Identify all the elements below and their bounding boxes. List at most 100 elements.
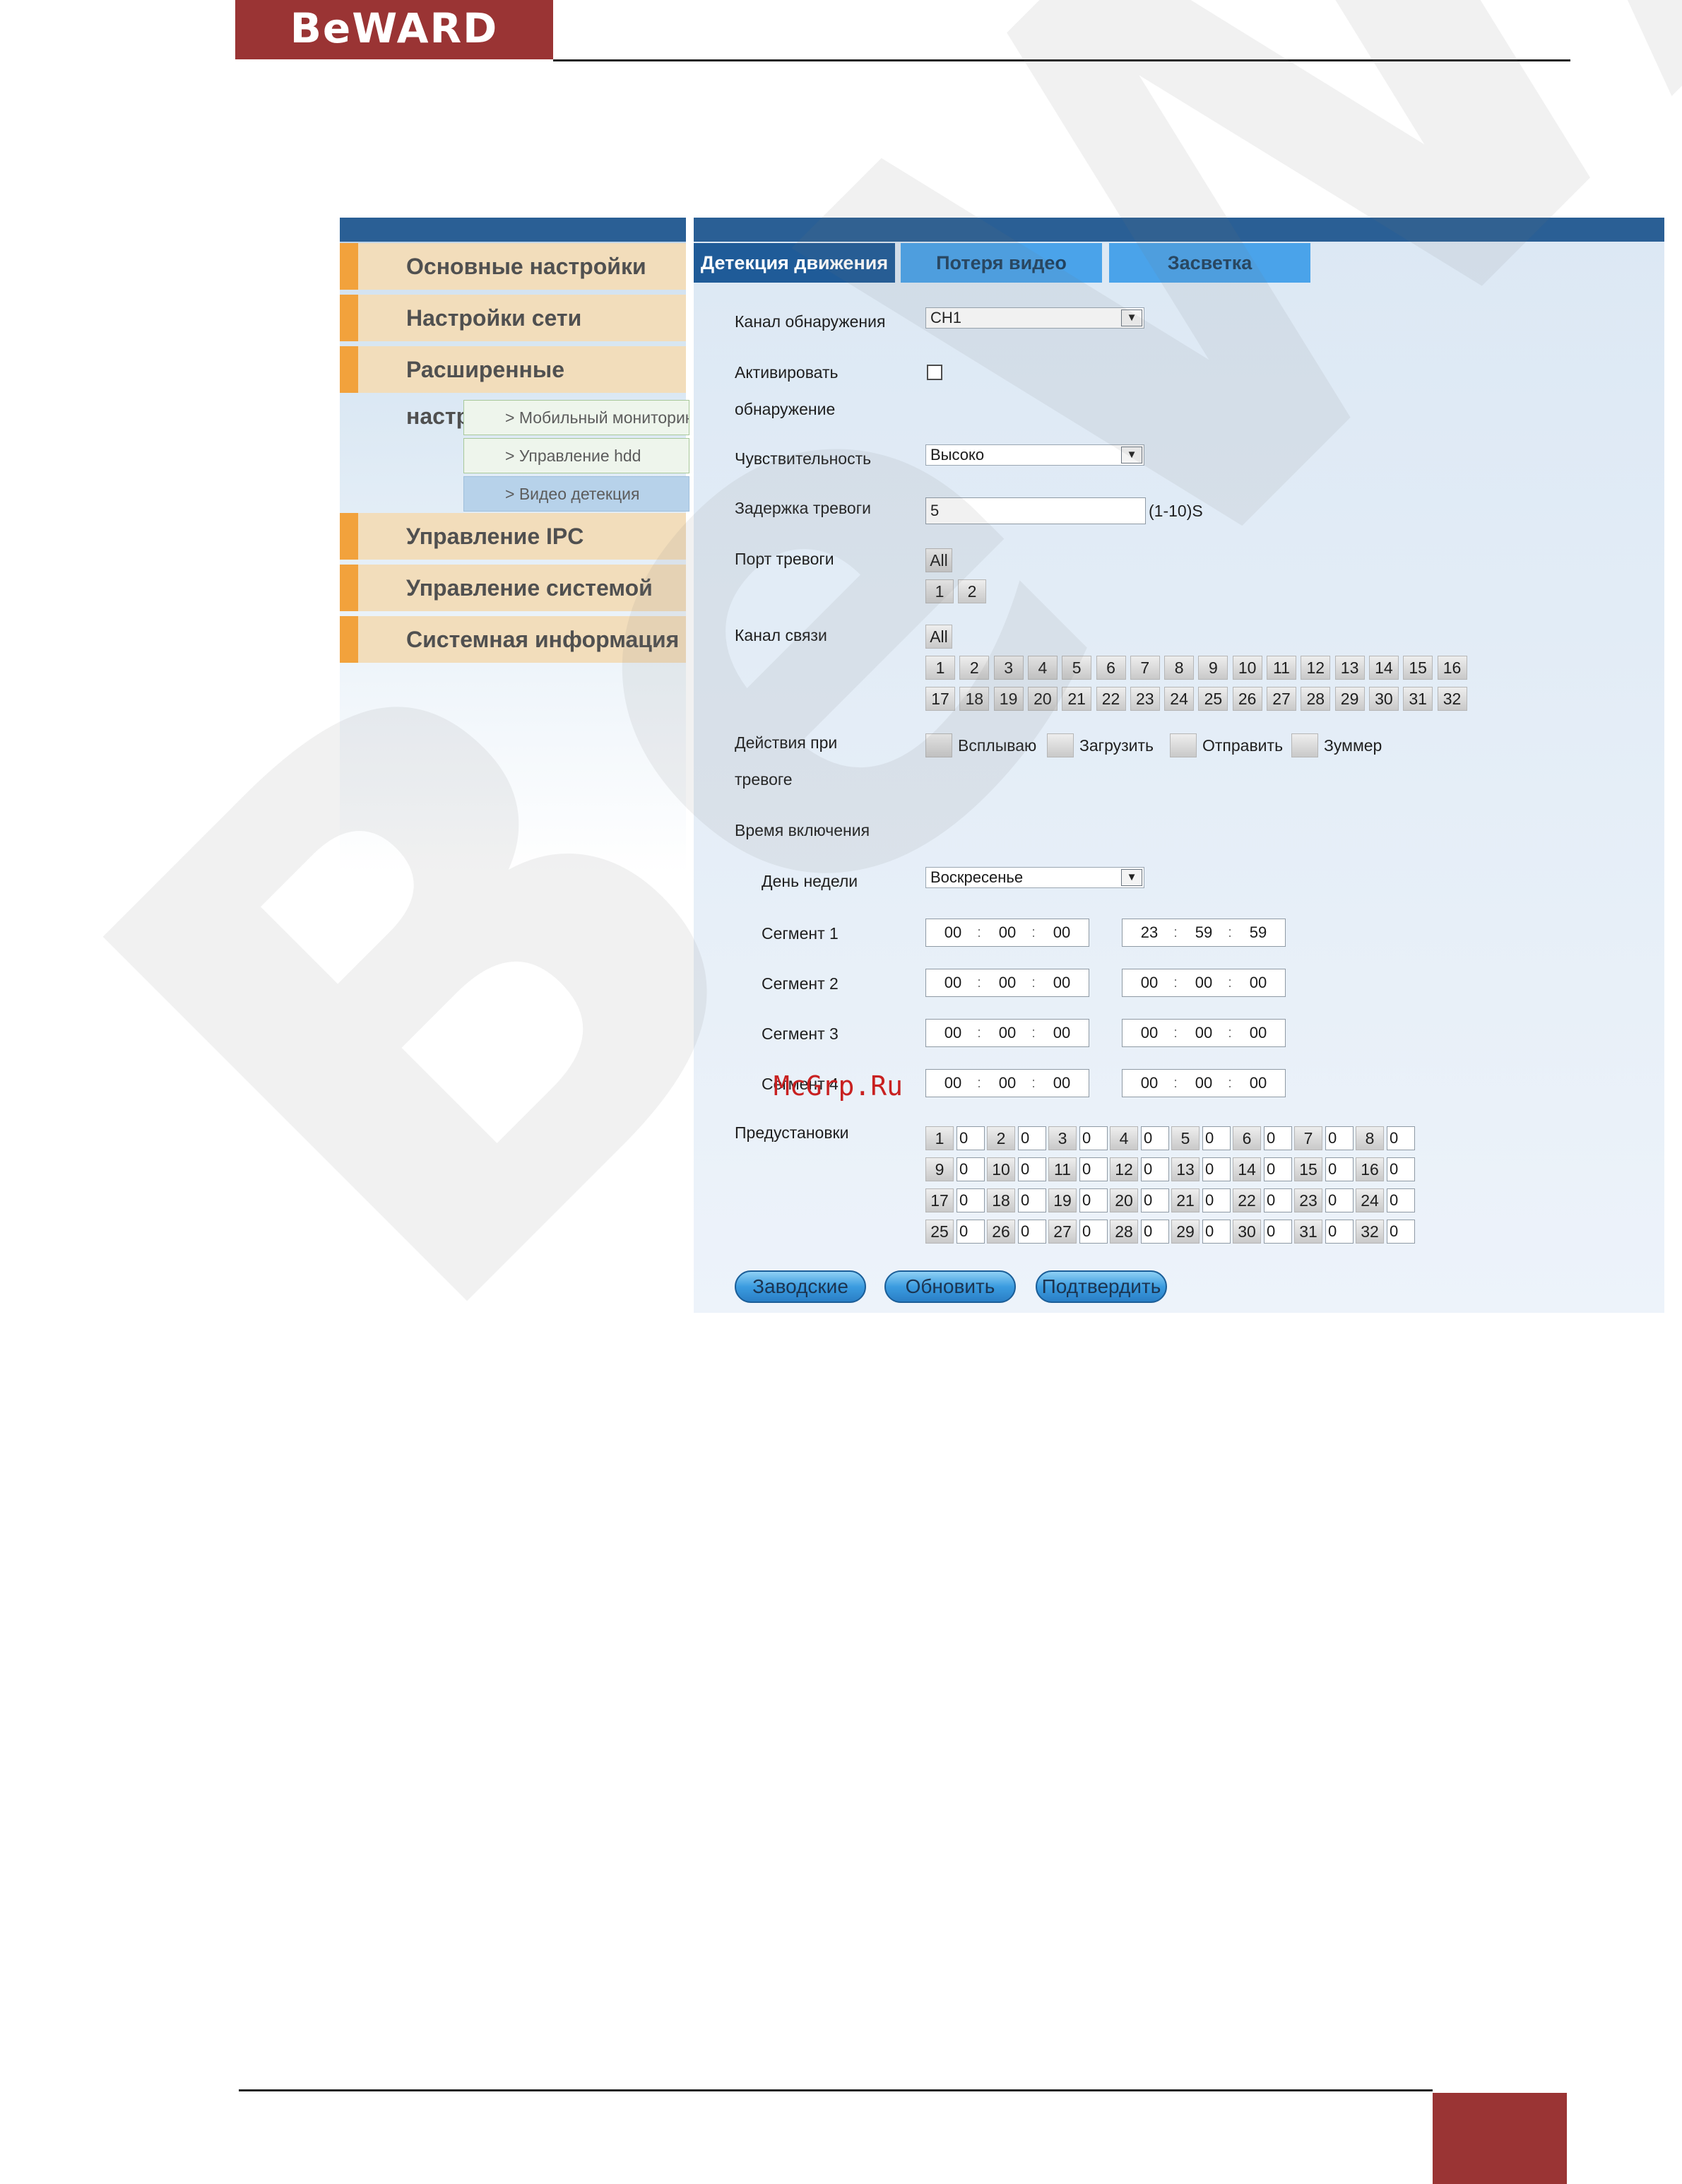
preset-10-value-input[interactable]: 0 — [1018, 1157, 1046, 1181]
link-channel-29-button[interactable]: 29 — [1334, 687, 1365, 711]
preset-26-value-input[interactable]: 0 — [1018, 1220, 1046, 1244]
minutes-field[interactable]: 00 — [1185, 1020, 1222, 1046]
preset-7-value-input[interactable]: 0 — [1325, 1126, 1354, 1150]
link-channel-12-button[interactable]: 12 — [1301, 656, 1331, 680]
minutes-field[interactable]: 00 — [1185, 1070, 1222, 1097]
link-channel-32-button[interactable]: 32 — [1437, 687, 1467, 711]
link-channel-26-button[interactable]: 26 — [1232, 687, 1262, 711]
preset-31-value-input[interactable]: 0 — [1325, 1220, 1354, 1244]
link-channel-4-button[interactable]: 4 — [1027, 656, 1058, 680]
channel-select[interactable]: CH1 ▼ — [925, 307, 1144, 329]
sidebar-item-network-settings[interactable]: Настройки сети — [340, 295, 686, 341]
preset-30-button[interactable]: 30 — [1233, 1220, 1261, 1244]
link-channel-17-button[interactable]: 17 — [925, 687, 955, 711]
preset-10-button[interactable]: 10 — [987, 1157, 1015, 1181]
hours-field[interactable]: 00 — [935, 919, 971, 946]
minutes-field[interactable]: 00 — [989, 1020, 1026, 1046]
preset-2-value-input[interactable]: 0 — [1018, 1126, 1046, 1150]
preset-19-value-input[interactable]: 0 — [1079, 1188, 1108, 1212]
sidebar-subitem-video-detection[interactable]: > Видео детекция — [463, 476, 689, 512]
tab-video-loss[interactable]: Потеря видео — [901, 243, 1102, 283]
preset-23-button[interactable]: 23 — [1294, 1188, 1322, 1212]
preset-22-value-input[interactable]: 0 — [1264, 1188, 1292, 1212]
factory-defaults-button[interactable]: Заводские — [735, 1270, 866, 1303]
preset-8-button[interactable]: 8 — [1356, 1126, 1384, 1150]
preset-18-value-input[interactable]: 0 — [1018, 1188, 1046, 1212]
seconds-field[interactable]: 00 — [1043, 969, 1080, 996]
preset-13-button[interactable]: 13 — [1171, 1157, 1200, 1181]
preset-30-value-input[interactable]: 0 — [1264, 1220, 1292, 1244]
link-channel-9-button[interactable]: 9 — [1198, 656, 1228, 680]
link-channel-31-button[interactable]: 31 — [1403, 687, 1433, 711]
preset-25-value-input[interactable]: 0 — [957, 1220, 985, 1244]
preset-15-button[interactable]: 15 — [1294, 1157, 1322, 1181]
hours-field[interactable]: 23 — [1131, 919, 1168, 946]
preset-19-button[interactable]: 19 — [1048, 1188, 1077, 1212]
preset-11-value-input[interactable]: 0 — [1079, 1157, 1108, 1181]
confirm-button[interactable]: Подтвердить — [1036, 1270, 1167, 1303]
tab-motion-detection[interactable]: Детекция движения — [694, 243, 895, 283]
preset-16-value-input[interactable]: 0 — [1387, 1157, 1415, 1181]
link-channel-15-button[interactable]: 15 — [1403, 656, 1433, 680]
preset-6-button[interactable]: 6 — [1233, 1126, 1261, 1150]
alarm-delay-input[interactable]: 5 — [925, 497, 1146, 524]
link-channel-16-button[interactable]: 16 — [1437, 656, 1467, 680]
preset-1-value-input[interactable]: 0 — [957, 1126, 985, 1150]
hours-field[interactable]: 00 — [1131, 1020, 1168, 1046]
preset-9-value-input[interactable]: 0 — [957, 1157, 985, 1181]
preset-32-value-input[interactable]: 0 — [1387, 1220, 1415, 1244]
link-channel-14-button[interactable]: 14 — [1368, 656, 1399, 680]
link-channel-24-button[interactable]: 24 — [1164, 687, 1195, 711]
preset-21-button[interactable]: 21 — [1171, 1188, 1200, 1212]
seconds-field[interactable]: 00 — [1043, 1020, 1080, 1046]
hours-field[interactable]: 00 — [1131, 969, 1168, 996]
minutes-field[interactable]: 00 — [989, 1070, 1026, 1097]
link-channel-5-button[interactable]: 5 — [1062, 656, 1092, 680]
activate-detection-checkbox[interactable] — [927, 365, 942, 380]
hours-field[interactable]: 00 — [935, 969, 971, 996]
preset-3-button[interactable]: 3 — [1048, 1126, 1077, 1150]
minutes-field[interactable]: 00 — [989, 969, 1026, 996]
preset-5-button[interactable]: 5 — [1171, 1126, 1200, 1150]
link-channel-25-button[interactable]: 25 — [1198, 687, 1228, 711]
sidebar-item-ipc-management[interactable]: Управление IPC — [340, 513, 686, 560]
alarm-port-1-button[interactable]: 1 — [925, 579, 954, 603]
link-channel-all-button[interactable]: All — [925, 625, 952, 649]
preset-22-button[interactable]: 22 — [1233, 1188, 1261, 1212]
preset-15-value-input[interactable]: 0 — [1325, 1157, 1354, 1181]
preset-31-button[interactable]: 31 — [1294, 1220, 1322, 1244]
link-channel-13-button[interactable]: 13 — [1334, 656, 1365, 680]
link-channel-8-button[interactable]: 8 — [1164, 656, 1195, 680]
link-channel-2-button[interactable]: 2 — [959, 656, 990, 680]
preset-28-button[interactable]: 28 — [1110, 1220, 1138, 1244]
preset-25-button[interactable]: 25 — [925, 1220, 954, 1244]
minutes-field[interactable]: 00 — [1185, 969, 1222, 996]
sidebar-subitem-hdd-management[interactable]: > Управление hdd — [463, 438, 689, 473]
preset-16-button[interactable]: 16 — [1356, 1157, 1384, 1181]
link-channel-20-button[interactable]: 20 — [1027, 687, 1058, 711]
sidebar-item-system-information[interactable]: Системная информация — [340, 616, 686, 663]
preset-9-button[interactable]: 9 — [925, 1157, 954, 1181]
link-channel-18-button[interactable]: 18 — [959, 687, 990, 711]
preset-13-value-input[interactable]: 0 — [1202, 1157, 1231, 1181]
preset-27-value-input[interactable]: 0 — [1079, 1220, 1108, 1244]
link-channel-27-button[interactable]: 27 — [1267, 687, 1296, 711]
link-channel-1-button[interactable]: 1 — [925, 656, 955, 680]
link-channel-11-button[interactable]: 11 — [1267, 656, 1296, 680]
weekday-select[interactable]: Воскресенье ▼ — [925, 867, 1144, 888]
preset-17-button[interactable]: 17 — [925, 1188, 954, 1212]
seconds-field[interactable]: 00 — [1240, 969, 1277, 996]
alarm-port-2-button[interactable]: 2 — [958, 579, 986, 603]
link-channel-22-button[interactable]: 22 — [1096, 687, 1126, 711]
link-channel-19-button[interactable]: 19 — [993, 687, 1024, 711]
preset-27-button[interactable]: 27 — [1048, 1220, 1077, 1244]
seconds-field[interactable]: 59 — [1240, 919, 1277, 946]
action-popup-toggle[interactable] — [925, 733, 952, 757]
preset-11-button[interactable]: 11 — [1048, 1157, 1077, 1181]
hours-field[interactable]: 00 — [935, 1020, 971, 1046]
sensitivity-select[interactable]: Высоко ▼ — [925, 444, 1144, 466]
preset-8-value-input[interactable]: 0 — [1387, 1126, 1415, 1150]
minutes-field[interactable]: 59 — [1185, 919, 1222, 946]
link-channel-7-button[interactable]: 7 — [1130, 656, 1160, 680]
link-channel-10-button[interactable]: 10 — [1232, 656, 1262, 680]
